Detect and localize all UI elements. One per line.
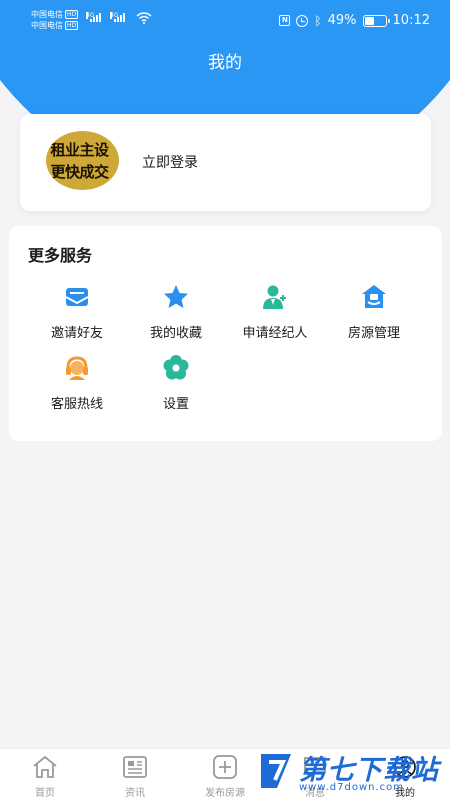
- service-settings[interactable]: 设置: [127, 354, 225, 412]
- carrier-1-tag: HD: [65, 10, 79, 19]
- services-title: 更多服务: [28, 246, 93, 265]
- battery-icon: [362, 14, 390, 27]
- headset-icon: [66, 356, 88, 380]
- nav-messages[interactable]: 消息: [270, 755, 360, 799]
- signal-2-icon: 4G: [110, 12, 125, 22]
- news-icon: [123, 756, 147, 778]
- wifi-icon: [136, 12, 152, 24]
- service-customer-hotline[interactable]: 客服热线: [28, 354, 126, 412]
- service-label: 客服热线: [50, 397, 103, 412]
- network-1-label: 4G: [86, 12, 95, 19]
- house-manage-icon: [362, 285, 386, 308]
- alarm-icon: [296, 14, 309, 27]
- clock: 10:12: [392, 13, 430, 28]
- nav-label: 发布房源: [205, 788, 245, 799]
- nav-label: 首页: [35, 788, 55, 799]
- service-label: 设置: [162, 397, 189, 412]
- service-house-management[interactable]: 房源管理: [325, 283, 423, 341]
- nfc-icon: N: [279, 15, 291, 26]
- nav-home[interactable]: 首页: [0, 755, 90, 799]
- message-icon: [304, 757, 326, 778]
- service-label: 邀请好友: [50, 326, 103, 341]
- battery-percent: 49%: [327, 13, 357, 28]
- service-apply-agent[interactable]: 申请经纪人: [226, 283, 324, 341]
- publish-icon: [213, 755, 237, 779]
- service-label: 申请经纪人: [242, 326, 308, 341]
- network-2-label: 4G: [110, 12, 119, 19]
- carrier-2-tag: HD: [65, 21, 79, 30]
- agent-icon: [263, 285, 286, 309]
- avatar[interactable]: 租业主设 更快成交: [46, 131, 119, 190]
- home-icon: [33, 755, 57, 778]
- flower-settings-icon: [163, 355, 189, 380]
- avatar-line-1: 租业主设: [50, 141, 109, 159]
- battery-fill: [364, 16, 375, 25]
- star-icon: [164, 285, 188, 308]
- bottom-nav: 首页 资讯 发布房源 消息 我的: [0, 748, 450, 800]
- login-button[interactable]: 立即登录: [142, 152, 198, 172]
- nav-publish[interactable]: 发布房源: [180, 755, 270, 799]
- more-services-card: 更多服务 邀请好友 我的收藏 申请经纪人 房源管理 客服热线 设置: [9, 226, 442, 441]
- profile-icon: [394, 756, 416, 778]
- carrier-info: 中国电信 HD 中国电信 HD: [31, 9, 79, 31]
- signal-1-icon: 4G: [86, 12, 101, 22]
- avatar-line-2: 更快成交: [50, 163, 109, 181]
- service-label: 房源管理: [347, 326, 400, 341]
- nav-profile[interactable]: 我的: [360, 755, 450, 799]
- status-bar: 中国电信 HD 中国电信 HD 4G 4G N ᛒ 49% 10:12: [0, 0, 450, 40]
- carrier-1-name: 中国电信: [31, 10, 63, 19]
- nav-label: 我的: [395, 788, 415, 799]
- nav-news[interactable]: 资讯: [90, 755, 180, 799]
- nav-label: 消息: [305, 788, 325, 799]
- carrier-2-name: 中国电信: [31, 21, 63, 30]
- service-invite-friends[interactable]: 邀请好友: [28, 283, 126, 341]
- nav-label: 资讯: [125, 788, 145, 799]
- bluetooth-icon: ᛒ: [314, 13, 322, 28]
- service-my-favorites[interactable]: 我的收藏: [127, 283, 225, 341]
- invite-mail-icon: [65, 288, 89, 306]
- service-label: 我的收藏: [149, 326, 202, 341]
- page-title: 我的: [208, 53, 242, 73]
- profile-card[interactable]: 租业主设 更快成交 立即登录: [20, 114, 431, 211]
